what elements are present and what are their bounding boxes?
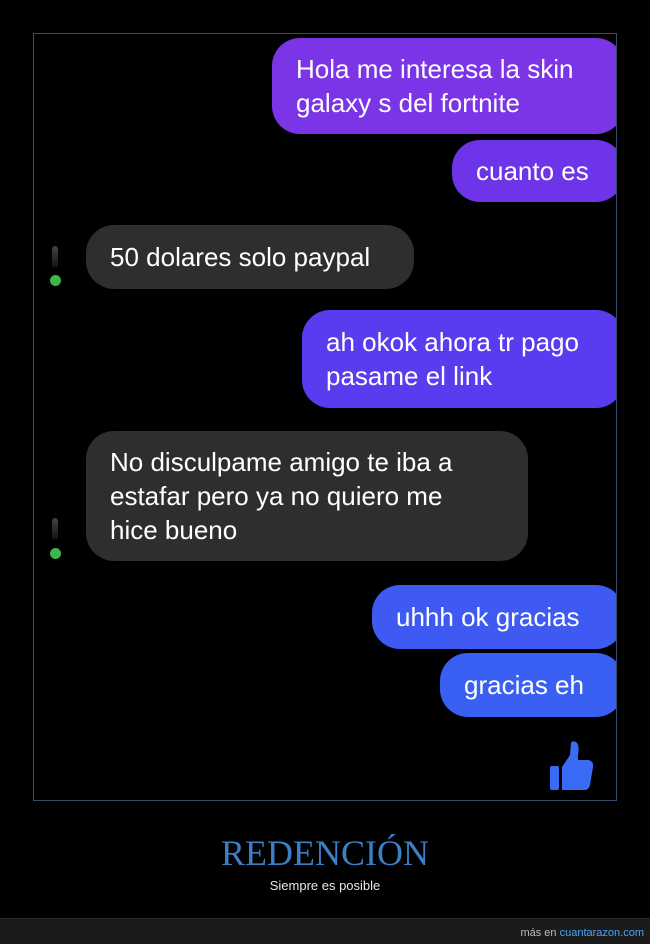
sender-avatar — [52, 246, 58, 268]
message-text: gracias eh — [464, 670, 584, 700]
message-text: 50 dolares solo paypal — [110, 242, 371, 272]
chat-conversation: Hola me interesa la skin galaxy s del fo… — [34, 34, 616, 800]
sender-avatar — [52, 518, 58, 540]
site-footer: más en cuantarazon.com — [0, 918, 650, 944]
message-text: No disculpame amigo te iba a estafar per… — [110, 447, 453, 545]
message-received-1: 50 dolares solo paypal — [86, 225, 414, 289]
message-sent-1: Hola me interesa la skin galaxy s del fo… — [272, 38, 616, 134]
caption-subtitle: Siempre es posible — [269, 878, 381, 893]
message-sent-5: gracias eh — [440, 653, 616, 717]
online-status-dot — [50, 275, 61, 286]
message-text: uhhh ok gracias — [396, 602, 580, 632]
thumbs-up-icon[interactable] — [548, 740, 594, 792]
message-text: Hola me interesa la skin galaxy s del fo… — [296, 54, 574, 118]
message-text: cuanto es — [476, 156, 589, 186]
message-sent-3: ah okok ahora tr pago pasame el link — [302, 310, 616, 408]
footer-prefix: más en — [520, 927, 557, 939]
message-received-2: No disculpame amigo te iba a estafar per… — [86, 431, 528, 561]
message-text: ah okok ahora tr pago pasame el link — [326, 327, 579, 391]
caption-title: REDENCIÓN — [221, 833, 429, 873]
online-status-dot — [50, 548, 61, 559]
message-sent-2: cuanto es — [452, 140, 616, 202]
site-link[interactable]: cuantarazon.com — [560, 927, 644, 939]
footer-credit: más en cuantarazon.com — [520, 927, 644, 939]
message-sent-4: uhhh ok gracias — [372, 585, 616, 649]
screenshot-frame: Hola me interesa la skin galaxy s del fo… — [33, 33, 617, 801]
